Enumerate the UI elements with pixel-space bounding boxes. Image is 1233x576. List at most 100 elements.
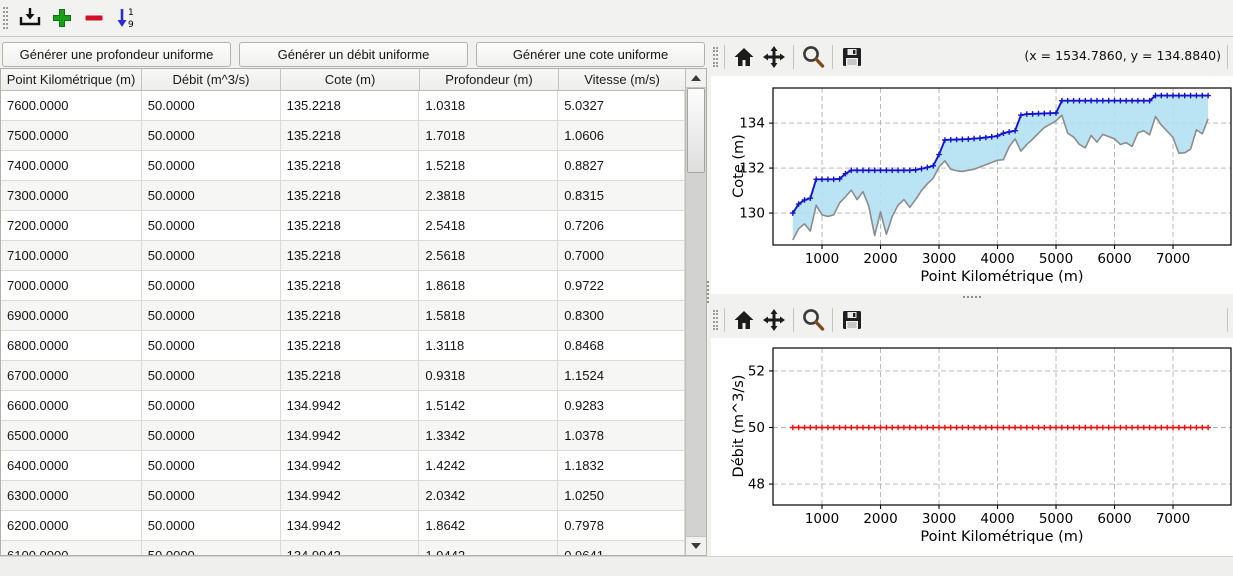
- remove-row-button[interactable]: [78, 3, 110, 33]
- table-cell[interactable]: 1.1524: [558, 361, 685, 391]
- table-cell[interactable]: 1.7018: [419, 121, 558, 151]
- table-cell[interactable]: 134.9942: [281, 421, 420, 451]
- table-cell[interactable]: 50.0000: [142, 301, 281, 331]
- table-cell[interactable]: 1.1832: [558, 451, 685, 481]
- table-cell[interactable]: 135.2218: [281, 331, 420, 361]
- table-cell[interactable]: 0.8468: [558, 331, 685, 361]
- table-row[interactable]: 6700.000050.0000135.22180.93181.1524: [1, 361, 685, 391]
- debit-plot-area[interactable]: 1000200030004000500060007000485052: [711, 338, 1233, 556]
- table-cell[interactable]: 6200.0000: [1, 511, 142, 541]
- scrollbar-up-button[interactable]: [686, 69, 706, 88]
- table-cell[interactable]: 50.0000: [142, 91, 281, 121]
- table-cell[interactable]: 0.8827: [558, 151, 685, 181]
- table-row[interactable]: 7600.000050.0000135.22181.03185.0327: [1, 91, 685, 121]
- debit-chart[interactable]: 1000200030004000500060007000485052 Débit…: [711, 338, 1233, 556]
- table-cell[interactable]: 6800.0000: [1, 331, 142, 361]
- pan-button[interactable]: [759, 42, 789, 72]
- table-row[interactable]: 7400.000050.0000135.22181.52180.8827: [1, 151, 685, 181]
- table-cell[interactable]: 2.5618: [419, 241, 558, 271]
- toolbar-drag-handle[interactable]: [713, 47, 718, 67]
- table-cell[interactable]: 134.9942: [281, 541, 420, 556]
- column-header-profondeur[interactable]: Profondeur (m): [420, 69, 559, 91]
- table-cell[interactable]: 7000.0000: [1, 271, 142, 301]
- table-cell[interactable]: 7100.0000: [1, 241, 142, 271]
- table-cell[interactable]: 5.0327: [558, 91, 685, 121]
- table-row[interactable]: 6800.000050.0000135.22181.31180.8468: [1, 331, 685, 361]
- table-cell[interactable]: 50.0000: [142, 151, 281, 181]
- toolbar-drag-handle[interactable]: [713, 310, 718, 330]
- table-cell[interactable]: 7400.0000: [1, 151, 142, 181]
- save-button[interactable]: [837, 42, 867, 72]
- table-cell[interactable]: 7600.0000: [1, 91, 142, 121]
- table-cell[interactable]: 135.2218: [281, 301, 420, 331]
- table-cell[interactable]: 1.5142: [419, 391, 558, 421]
- table-scrollbar[interactable]: [685, 69, 706, 555]
- table-cell[interactable]: 0.9722: [558, 271, 685, 301]
- table-cell[interactable]: 50.0000: [142, 241, 281, 271]
- table-cell[interactable]: 1.5818: [419, 301, 558, 331]
- table-cell[interactable]: 1.3118: [419, 331, 558, 361]
- table-cell[interactable]: 2.3818: [419, 181, 558, 211]
- table-cell[interactable]: 50.0000: [142, 421, 281, 451]
- table-cell[interactable]: 134.9942: [281, 391, 420, 421]
- table-cell[interactable]: 6400.0000: [1, 451, 142, 481]
- table-cell[interactable]: 1.3342: [419, 421, 558, 451]
- table-cell[interactable]: 0.9283: [558, 391, 685, 421]
- table-cell[interactable]: 6600.0000: [1, 391, 142, 421]
- table-cell[interactable]: 135.2218: [281, 241, 420, 271]
- column-header-vitesse[interactable]: Vitesse (m/s): [559, 69, 686, 91]
- table-cell[interactable]: 135.2218: [281, 361, 420, 391]
- table-cell[interactable]: 1.8642: [419, 511, 558, 541]
- table-cell[interactable]: 6300.0000: [1, 481, 142, 511]
- cote-plot-area[interactable]: 1000200030004000500060007000130132134: [711, 76, 1233, 294]
- column-header-debit[interactable]: Débit (m^3/s): [142, 69, 281, 91]
- table-cell[interactable]: 6700.0000: [1, 361, 142, 391]
- table-cell[interactable]: 135.2218: [281, 121, 420, 151]
- table-row[interactable]: 6400.000050.0000134.99421.42421.1832: [1, 451, 685, 481]
- table-cell[interactable]: 50.0000: [142, 541, 281, 556]
- table-cell[interactable]: 0.8315: [558, 181, 685, 211]
- table-cell[interactable]: 7500.0000: [1, 121, 142, 151]
- table-cell[interactable]: 0.9318: [419, 361, 558, 391]
- table-cell[interactable]: 6900.0000: [1, 301, 142, 331]
- add-row-button[interactable]: [46, 3, 78, 33]
- table-cell[interactable]: 134.9942: [281, 481, 420, 511]
- table-cell[interactable]: 6100.0000: [1, 541, 142, 556]
- table-cell[interactable]: 135.2218: [281, 91, 420, 121]
- generate-uniform-depth-button[interactable]: Générer une profondeur uniforme: [2, 42, 231, 67]
- table-cell[interactable]: 1.4242: [419, 451, 558, 481]
- table-cell[interactable]: 135.2218: [281, 271, 420, 301]
- table-cell[interactable]: 1.0318: [419, 91, 558, 121]
- table-cell[interactable]: 135.2218: [281, 181, 420, 211]
- table-row[interactable]: 6200.000050.0000134.99421.86420.7978: [1, 511, 685, 541]
- table-cell[interactable]: 135.2218: [281, 211, 420, 241]
- table-cell[interactable]: 50.0000: [142, 481, 281, 511]
- toolbar-drag-handle[interactable]: [3, 7, 8, 29]
- zoom-button[interactable]: [798, 42, 828, 72]
- scrollbar-thumb[interactable]: [687, 88, 705, 173]
- table-cell[interactable]: 1.9442: [419, 541, 558, 556]
- table-cell[interactable]: 1.8618: [419, 271, 558, 301]
- table-cell[interactable]: 50.0000: [142, 511, 281, 541]
- table-row[interactable]: 6300.000050.0000134.99422.03421.0250: [1, 481, 685, 511]
- table-row[interactable]: 6600.000050.0000134.99421.51420.9283: [1, 391, 685, 421]
- sort-button[interactable]: 1 9: [110, 3, 142, 33]
- table-cell[interactable]: 50.0000: [142, 271, 281, 301]
- table-row[interactable]: 6900.000050.0000135.22181.58180.8300: [1, 301, 685, 331]
- home-button[interactable]: [729, 42, 759, 72]
- table-cell[interactable]: 0.8300: [558, 301, 685, 331]
- table-cell[interactable]: 135.2218: [281, 151, 420, 181]
- table-cell[interactable]: 2.0342: [419, 481, 558, 511]
- table-cell[interactable]: 134.9942: [281, 451, 420, 481]
- cote-chart[interactable]: 1000200030004000500060007000130132134 Co…: [711, 76, 1233, 294]
- table-cell[interactable]: 1.0250: [558, 481, 685, 511]
- column-header-cote[interactable]: Cote (m): [281, 69, 420, 91]
- generate-uniform-flow-button[interactable]: Générer un débit uniforme: [239, 42, 468, 67]
- table-cell[interactable]: 1.5218: [419, 151, 558, 181]
- table-cell[interactable]: 50.0000: [142, 331, 281, 361]
- table-cell[interactable]: 50.0000: [142, 361, 281, 391]
- table-cell[interactable]: 0.7978: [558, 511, 685, 541]
- zoom-button[interactable]: [798, 305, 828, 335]
- table-cell[interactable]: 50.0000: [142, 391, 281, 421]
- table-row[interactable]: 7200.000050.0000135.22182.54180.7206: [1, 211, 685, 241]
